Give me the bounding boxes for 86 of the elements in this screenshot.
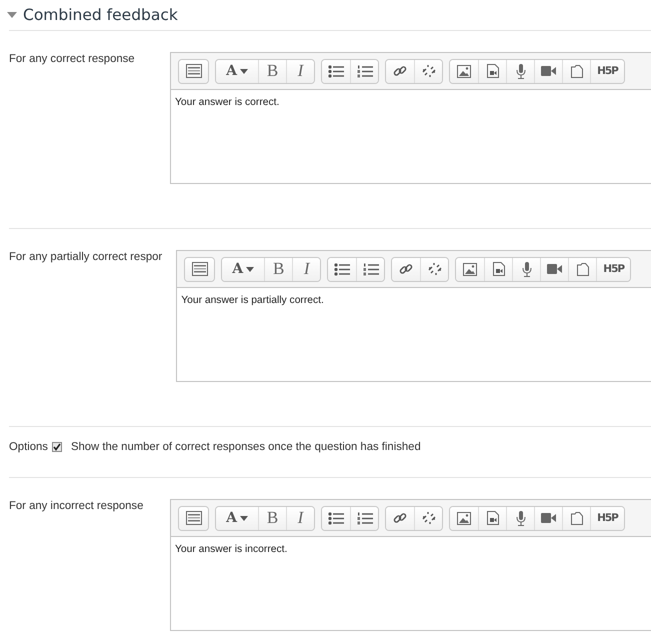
numbers-button[interactable]: [350, 60, 378, 82]
numbered-list-icon: [356, 512, 372, 524]
caret-icon: [240, 516, 248, 520]
more-button[interactable]: [179, 60, 208, 82]
bold-button[interactable]: B: [258, 60, 286, 82]
checkbox[interactable]: [52, 442, 62, 452]
files-button[interactable]: [562, 506, 590, 530]
link-icon: [393, 64, 407, 78]
link-icon: [399, 262, 414, 276]
italic-button[interactable]: I: [286, 60, 314, 82]
microphone-icon: [516, 510, 526, 526]
image-icon: [463, 262, 478, 276]
file-icon: [570, 511, 582, 525]
video-camera-icon: [547, 264, 562, 274]
link-button[interactable]: [386, 60, 414, 82]
h5p-button[interactable]: H5P: [590, 506, 624, 530]
h5p-button[interactable]: H5P: [596, 258, 630, 280]
font-button[interactable]: A: [216, 506, 258, 530]
field-label: For any partially correct respor: [9, 250, 164, 265]
bullet-list-icon: [328, 64, 344, 78]
files-button[interactable]: [568, 258, 596, 280]
video-camera-icon: [541, 513, 556, 523]
field-label: For any incorrect response: [9, 499, 144, 514]
caret-icon[interactable]: [7, 12, 17, 18]
bold-button[interactable]: B: [264, 258, 292, 280]
image-button[interactable]: [450, 506, 478, 530]
more-button[interactable]: [179, 506, 208, 530]
h5p-button[interactable]: H5P: [590, 60, 624, 82]
numbered-list-icon: [356, 64, 372, 78]
microphone-icon: [522, 262, 532, 276]
toolbar-toggle-icon: [186, 64, 202, 78]
mic-button[interactable]: [512, 258, 540, 280]
image-icon: [457, 64, 471, 78]
feedback-text: Your answer is incorrect.: [175, 544, 288, 555]
unlink-icon: [422, 511, 436, 525]
microphone-icon: [516, 64, 526, 78]
checkbox-label[interactable]: Show the number of correct responses once the question has finished: [70, 441, 421, 453]
files-button[interactable]: [562, 60, 590, 82]
unlink-icon: [428, 262, 442, 276]
italic-button[interactable]: I: [292, 258, 320, 280]
file-icon: [570, 64, 582, 78]
image-button[interactable]: [456, 258, 484, 280]
link-button[interactable]: [386, 506, 414, 530]
numbered-list-icon: [362, 262, 379, 276]
media-file-icon: [492, 262, 505, 276]
video-button[interactable]: [540, 258, 568, 280]
link-button[interactable]: [392, 258, 420, 280]
italic-button[interactable]: I: [286, 506, 314, 530]
numbers-button[interactable]: [350, 506, 378, 530]
video-button[interactable]: [534, 60, 562, 82]
bold-button[interactable]: B: [258, 506, 286, 530]
unlink-button[interactable]: [420, 258, 448, 280]
bullet-list-icon: [334, 262, 350, 276]
toolbar-toggle-icon: [186, 511, 202, 525]
video-button[interactable]: [534, 506, 562, 530]
image-button[interactable]: [450, 60, 478, 82]
caret-icon: [240, 68, 248, 74]
feedback-text: Your answer is correct.: [175, 97, 280, 108]
mic-button[interactable]: [506, 60, 534, 82]
field-label: For any correct response: [9, 52, 136, 67]
mic-button[interactable]: [506, 506, 534, 530]
video-camera-icon: [541, 66, 556, 76]
media-button[interactable]: [478, 506, 506, 530]
bullet-list-icon: [328, 512, 344, 524]
more-button[interactable]: [185, 258, 214, 280]
bullets-button[interactable]: [328, 258, 356, 280]
numbers-button[interactable]: [356, 258, 384, 280]
unlink-button[interactable]: [414, 60, 442, 82]
media-file-icon: [486, 511, 498, 525]
section-title[interactable]: Combined feedback: [23, 6, 178, 24]
feedback-text: Your answer is partially correct.: [181, 295, 324, 306]
toolbar-toggle-icon: [192, 262, 208, 276]
unlink-icon: [422, 64, 436, 78]
bullets-button[interactable]: [322, 60, 350, 82]
link-icon: [393, 511, 407, 525]
image-icon: [457, 512, 471, 524]
font-button[interactable]: A: [216, 60, 258, 82]
unlink-button[interactable]: [414, 506, 442, 530]
media-button[interactable]: [478, 60, 506, 82]
media-file-icon: [486, 64, 498, 78]
bullets-button[interactable]: [322, 506, 350, 530]
caret-icon: [246, 266, 254, 272]
font-button[interactable]: A: [222, 258, 264, 280]
media-button[interactable]: [484, 258, 512, 280]
file-icon: [576, 262, 589, 276]
field-label: Options: [9, 441, 48, 453]
